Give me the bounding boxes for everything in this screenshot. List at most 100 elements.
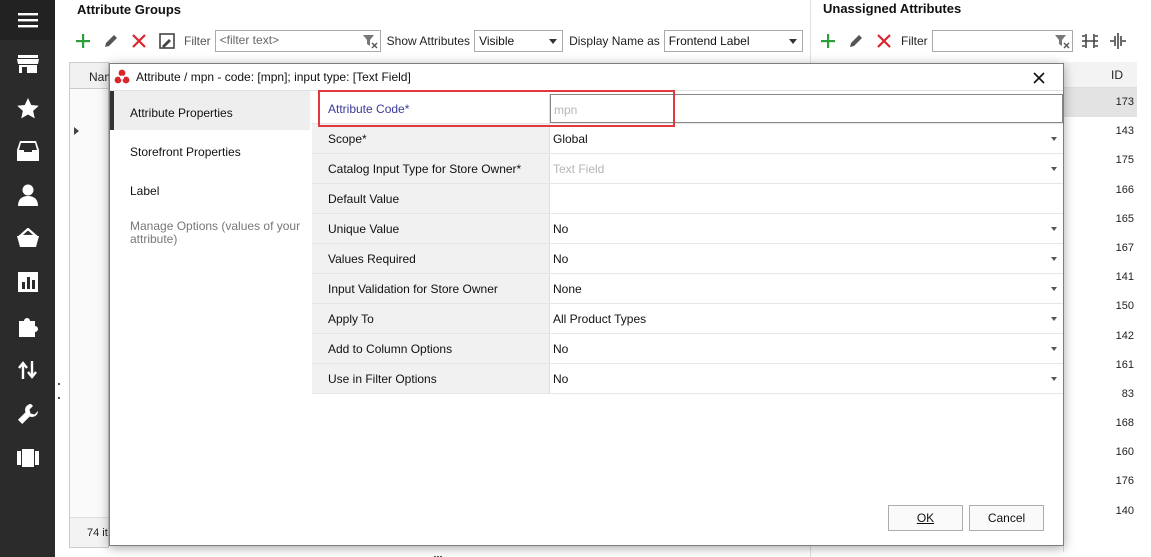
- property-name: Add to Column Options: [312, 334, 550, 363]
- property-value: No: [553, 372, 569, 386]
- property-row-default-value[interactable]: Default Value: [312, 184, 1063, 214]
- property-name: Attribute Code*: [312, 94, 550, 123]
- cards-icon[interactable]: [0, 438, 55, 478]
- app-logo-icon: [114, 69, 130, 84]
- input-type-select[interactable]: Text Field: [550, 154, 1063, 183]
- chevron-down-icon: [1051, 227, 1057, 231]
- edit-icon[interactable]: [845, 30, 867, 52]
- unassigned-filter-input[interactable]: [931, 30, 1073, 52]
- show-attributes-value: Visible: [479, 34, 515, 48]
- id-cell[interactable]: 143: [1064, 117, 1137, 146]
- property-name: Apply To: [312, 304, 550, 333]
- left-splitter-grip[interactable]: [58, 374, 62, 399]
- basket-icon[interactable]: [0, 218, 55, 258]
- attribute-groups-title: Attribute Groups: [77, 2, 181, 17]
- edit-image-icon[interactable]: [156, 30, 178, 52]
- dialog-tab-list: Attribute Properties Storefront Properti…: [110, 91, 310, 545]
- dialog-titlebar[interactable]: Attribute / mpn - code: [mpn]; input typ…: [110, 64, 1063, 91]
- property-name: Default Value: [312, 184, 550, 213]
- property-value: None: [553, 282, 582, 296]
- add-to-column-select[interactable]: No: [550, 334, 1063, 363]
- id-cell[interactable]: 83: [1064, 380, 1137, 409]
- edit-icon[interactable]: [100, 30, 122, 52]
- wrench-icon[interactable]: [0, 394, 55, 434]
- properties-grid: Attribute Code* mpn Scope* Global Catalo…: [312, 94, 1063, 394]
- property-row-use-in-filter[interactable]: Use in Filter Options No: [312, 364, 1063, 394]
- star-icon[interactable]: [0, 88, 55, 128]
- input-validation-select[interactable]: None: [550, 274, 1063, 303]
- unassigned-toolbar: Filter: [817, 28, 1135, 54]
- delete-icon[interactable]: [128, 30, 150, 52]
- attribute-properties-dialog: Attribute / mpn - code: [mpn]; input typ…: [109, 63, 1064, 546]
- id-cell[interactable]: 175: [1064, 146, 1137, 175]
- chevron-down-icon: [549, 39, 558, 44]
- puzzle-icon[interactable]: [0, 306, 55, 346]
- property-row-input-type[interactable]: Catalog Input Type for Store Owner* Text…: [312, 154, 1063, 184]
- id-cell[interactable]: 176: [1064, 467, 1137, 496]
- add-icon[interactable]: [72, 30, 94, 52]
- id-cell[interactable]: 142: [1064, 322, 1137, 351]
- chevron-down-icon: [788, 39, 797, 44]
- property-value: No: [553, 252, 569, 266]
- id-cell[interactable]: 140: [1064, 497, 1137, 526]
- property-name: Catalog Input Type for Store Owner*: [312, 154, 550, 183]
- expand-arrow-icon[interactable]: [74, 127, 79, 135]
- id-column-header[interactable]: ID: [1064, 62, 1137, 88]
- bottom-splitter-grip[interactable]: [434, 547, 444, 557]
- property-row-apply-to[interactable]: Apply To All Product Types: [312, 304, 1063, 334]
- display-name-select[interactable]: Frontend Label: [663, 30, 803, 52]
- collapse-columns-icon[interactable]: [1107, 30, 1129, 52]
- property-row-input-validation[interactable]: Input Validation for Store Owner None: [312, 274, 1063, 304]
- ok-button[interactable]: OK: [888, 505, 963, 531]
- property-row-scope[interactable]: Scope* Global: [312, 124, 1063, 154]
- close-icon[interactable]: [1029, 68, 1049, 88]
- menu-icon[interactable]: [0, 0, 55, 40]
- id-cell[interactable]: 173: [1064, 88, 1137, 118]
- add-icon[interactable]: [817, 30, 839, 52]
- default-value-input[interactable]: [550, 184, 1063, 213]
- chevron-down-icon: [1051, 167, 1057, 171]
- grid-column-header[interactable]: Nam: [70, 63, 114, 89]
- clear-filter-icon[interactable]: [1054, 33, 1070, 49]
- tab-label[interactable]: Label: [110, 169, 310, 208]
- id-cell[interactable]: 165: [1064, 205, 1137, 234]
- tab-manage-options[interactable]: Manage Options (values of your attribute…: [110, 208, 310, 260]
- clear-filter-icon[interactable]: [362, 33, 378, 49]
- chart-icon[interactable]: [0, 262, 55, 302]
- expand-columns-icon[interactable]: [1079, 30, 1101, 52]
- chevron-down-icon: [1051, 377, 1057, 381]
- property-value: No: [553, 222, 569, 236]
- id-cell[interactable]: 161: [1064, 351, 1137, 380]
- property-row-unique-value[interactable]: Unique Value No: [312, 214, 1063, 244]
- use-in-filter-select[interactable]: No: [550, 364, 1063, 393]
- property-name: Unique Value: [312, 214, 550, 243]
- inbox-icon[interactable]: [0, 131, 55, 171]
- delete-icon[interactable]: [873, 30, 895, 52]
- right-splitter-grip[interactable]: [976, 552, 986, 555]
- show-attributes-select[interactable]: Visible: [474, 30, 564, 52]
- property-row-attribute-code[interactable]: Attribute Code* mpn: [312, 94, 1063, 124]
- property-row-add-to-column[interactable]: Add to Column Options No: [312, 334, 1063, 364]
- filter-label: Filter: [184, 34, 211, 48]
- unique-value-select[interactable]: No: [550, 214, 1063, 243]
- tab-storefront-properties[interactable]: Storefront Properties: [110, 130, 310, 169]
- id-cell[interactable]: 141: [1064, 263, 1137, 292]
- attribute-code-input[interactable]: mpn: [550, 94, 1063, 123]
- id-cell[interactable]: 167: [1064, 234, 1137, 263]
- apply-to-select[interactable]: All Product Types: [550, 304, 1063, 333]
- property-value: Text Field: [553, 162, 605, 176]
- values-required-select[interactable]: No: [550, 244, 1063, 273]
- property-value: No: [553, 342, 569, 356]
- cancel-button[interactable]: Cancel: [969, 505, 1044, 531]
- id-cell[interactable]: 160: [1064, 438, 1137, 467]
- filter-input[interactable]: <filter text>: [214, 30, 381, 52]
- tab-attribute-properties[interactable]: Attribute Properties: [110, 91, 310, 130]
- scope-select[interactable]: Global: [550, 124, 1063, 153]
- user-icon[interactable]: [0, 175, 55, 215]
- store-icon[interactable]: [0, 44, 55, 84]
- id-cell[interactable]: 150: [1064, 292, 1137, 321]
- property-row-values-required[interactable]: Values Required No: [312, 244, 1063, 274]
- id-cell[interactable]: 166: [1064, 176, 1137, 205]
- id-cell[interactable]: 168: [1064, 409, 1137, 438]
- sync-arrows-icon[interactable]: [0, 350, 55, 390]
